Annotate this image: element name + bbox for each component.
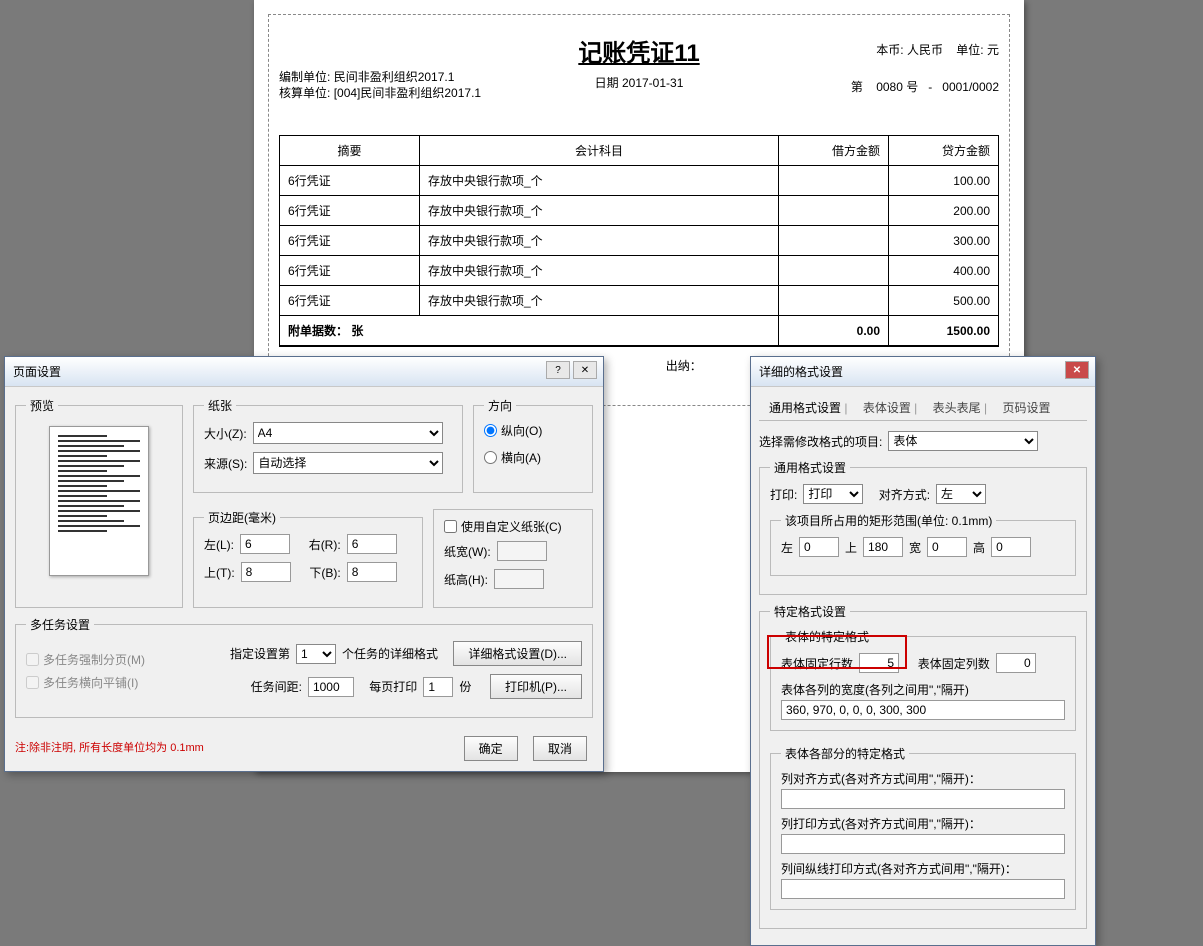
paper-size-select[interactable]: A4 [253,422,443,444]
rect-legend: 该项目所占用的矩形范围(单位: 0.1mm) [781,512,996,529]
tab-general[interactable]: 通用格式设置 [763,395,853,420]
source-label: 来源(S): [204,455,247,472]
page-setup-dialog: 页面设置 ? ✕ 预览 纸张 [4,356,604,772]
rect-top-input[interactable] [863,537,903,557]
print-mode-select[interactable]: 打印 [803,484,863,504]
col-align-input[interactable] [781,789,1065,809]
printer-button[interactable]: 打印机(P)... [490,674,582,699]
cancel-button[interactable]: 取消 [533,736,587,761]
close-button[interactable]: ✕ [573,361,597,379]
voucher-table: 摘要 会计科目 借方金额 贷方金额 6行凭证存放中央银行款项_个100.006行… [279,135,999,347]
tab-header-footer[interactable]: 表头表尾 [927,395,993,420]
col-width-label: 表体各列的宽度(各列之间用","隔开) [781,681,1065,698]
org-info: 编制单位: 民间非盈利组织2017.1 核算单位: [004]民间非盈利组织20… [279,69,481,101]
table-row: 6行凭证存放中央银行款项_个400.00 [280,256,999,286]
rect-left-input[interactable] [799,537,839,557]
format-item-select[interactable]: 表体 [888,431,1038,451]
per-page-input[interactable] [423,677,453,697]
rect-height-input[interactable] [991,537,1031,557]
col-print-input[interactable] [781,834,1065,854]
align-select[interactable]: 左 [936,484,986,504]
detail-format-button[interactable]: 详细格式设置(D)... [453,641,582,666]
col-width-input[interactable] [781,700,1065,720]
total-credit: 1500.00 [889,316,999,347]
task-gap-input[interactable] [308,677,354,697]
tab-bar: 通用格式设置 表体设置 表头表尾 页码设置 [759,395,1087,421]
table-row: 6行凭证存放中央银行款项_个200.00 [280,196,999,226]
portrait-radio[interactable] [484,424,497,437]
fixed-cols-label: 表体固定列数 [918,655,990,672]
multi-task-legend: 多任务设置 [26,616,94,633]
col-debit: 借方金额 [779,136,889,166]
ok-button[interactable]: 确定 [464,736,518,761]
currency-info: 本币: 人民币 单位: 元 第 0080 号 - 0001/0002 [851,41,999,97]
item-label: 选择需修改格式的项目: [759,433,882,450]
preview-legend: 预览 [26,397,58,414]
col-summary: 摘要 [280,136,420,166]
tab-pagenum[interactable]: 页码设置 [996,395,1056,420]
total-debit: 0.00 [779,316,889,347]
rect-width-input[interactable] [927,537,967,557]
table-row: 6行凭证存放中央银行款项_个100.00 [280,166,999,196]
table-row: 6行凭证存放中央银行款项_个300.00 [280,226,999,256]
margin-bottom-input[interactable] [347,562,397,582]
paper-width-input [497,541,547,561]
detail-format-dialog: 详细的格式设置 ✕ 通用格式设置 表体设置 表头表尾 页码设置 选择需修改格式的… [750,356,1096,946]
fixed-cols-input[interactable] [996,653,1036,673]
margin-right-input[interactable] [347,534,397,554]
col-subject: 会计科目 [420,136,779,166]
specific-legend: 特定格式设置 [770,603,850,620]
detail-dialog-title[interactable]: 详细的格式设置 ✕ [751,357,1095,387]
size-label: 大小(Z): [204,425,247,442]
margin-legend: 页边距(毫米) [204,509,280,526]
unit-note: 注:除非注明, 所有长度单位均为 0.1mm [15,739,204,755]
body-format-legend: 表体的特定格式 [781,628,873,645]
col-align-label: 列对齐方式(各对齐方式间用","隔开)： [781,770,1065,787]
tab-body[interactable]: 表体设置 [857,395,923,420]
col-print-label: 列打印方式(各对齐方式间用","隔开)： [781,815,1065,832]
force-page-check [26,653,39,666]
paper-source-select[interactable]: 自动选择 [253,452,443,474]
task-no-select[interactable]: 1 [296,644,336,664]
paper-height-input [494,569,544,589]
margin-top-input[interactable] [241,562,291,582]
page-setup-title[interactable]: 页面设置 ? ✕ [5,357,603,387]
preview-thumbnail [49,426,149,576]
margin-left-input[interactable] [240,534,290,554]
col-vline-input[interactable] [781,879,1065,899]
custom-paper-check[interactable] [444,520,457,533]
tiled-check [26,676,39,689]
general-legend: 通用格式设置 [770,459,850,476]
total-label: 附单据数： 张 [280,316,779,347]
help-button[interactable]: ? [546,361,570,379]
landscape-radio[interactable] [484,451,497,464]
fixed-rows-input[interactable] [859,653,899,673]
close-button[interactable]: ✕ [1065,361,1089,379]
col-vline-label: 列间纵线打印方式(各对齐方式间用","隔开)： [781,860,1065,877]
paper-legend: 纸张 [204,397,236,414]
orient-legend: 方向 [484,397,516,414]
table-row: 6行凭证存放中央银行款项_个500.00 [280,286,999,316]
part-legend: 表体各部分的特定格式 [781,745,909,762]
col-credit: 贷方金额 [889,136,999,166]
fixed-rows-label: 表体固定行数 [781,655,853,672]
